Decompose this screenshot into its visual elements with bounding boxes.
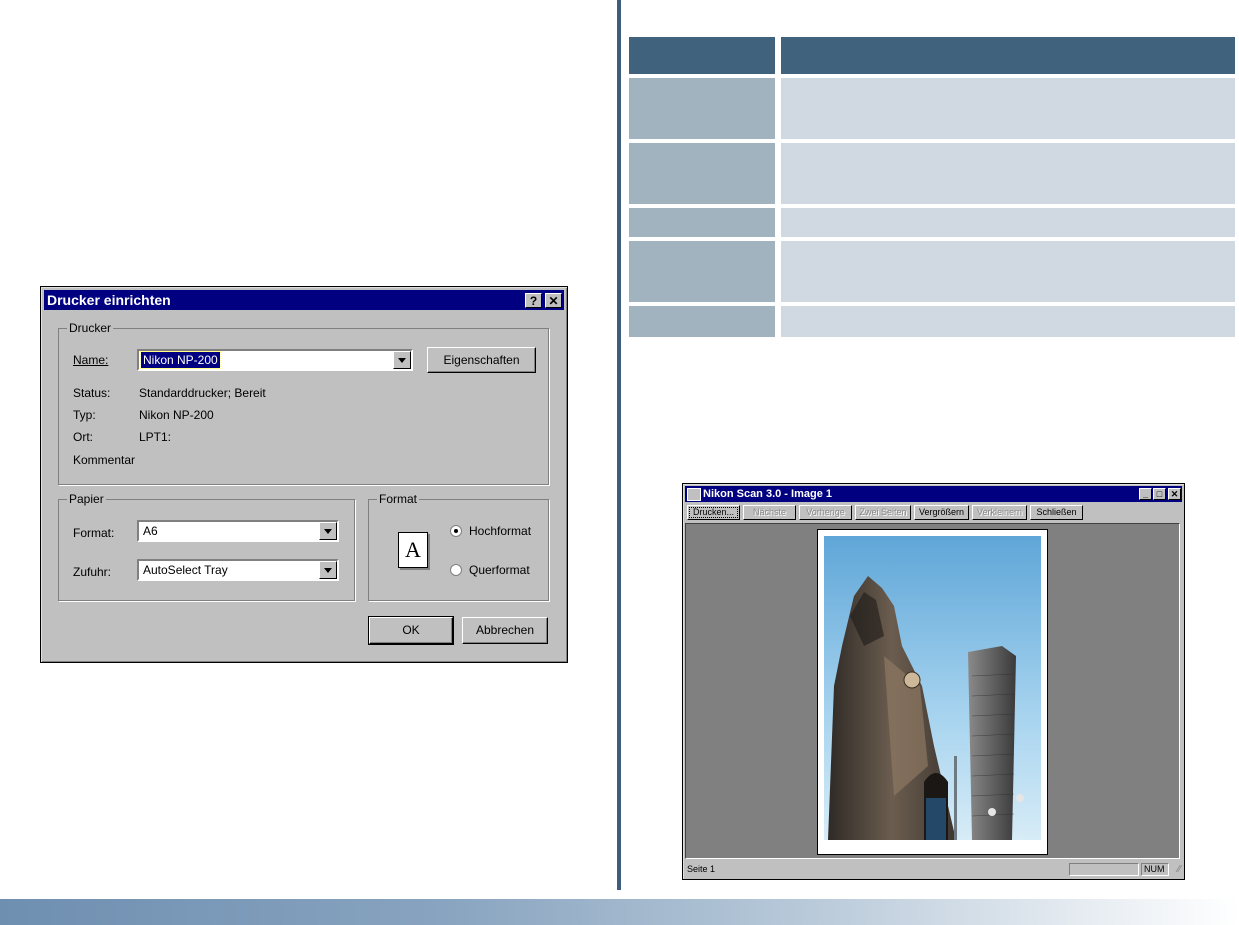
format-label: Format: — [73, 526, 115, 540]
table-row — [629, 78, 1235, 139]
nikon-titlebar[interactable]: Nikon Scan 3.0 - Image 1 _ □ ✕ — [685, 486, 1182, 502]
table-cell — [629, 241, 775, 302]
paper-source-value: AutoSelect Tray — [143, 563, 228, 577]
maximize-icon[interactable]: □ — [1153, 488, 1166, 500]
church-photo — [824, 536, 1041, 840]
close-button[interactable]: Schließen — [1030, 505, 1083, 520]
source-label: Zufuhr: — [73, 565, 112, 579]
chevron-down-icon[interactable] — [319, 522, 337, 540]
table-header-cell — [629, 37, 775, 74]
landscape-radio[interactable] — [450, 564, 462, 576]
table-cell — [629, 306, 775, 337]
paper-group: Papier Format: A6 Zufuhr: AutoSelect Tra… — [58, 492, 355, 601]
table-row — [629, 306, 1235, 337]
table-cell — [781, 78, 1235, 139]
table-cell — [629, 78, 775, 139]
zoom-out-button[interactable]: Verkleinern — [972, 505, 1027, 520]
dialog-titlebar[interactable]: Drucker einrichten ? ✕ — [44, 290, 564, 310]
page-divider — [617, 0, 621, 890]
print-setup-dialog: Drucker einrichten ? ✕ Drucker Name: Nik… — [40, 286, 568, 663]
print-button[interactable]: Drucken... — [687, 505, 740, 520]
nikon-window-title: Nikon Scan 3.0 - Image 1 — [703, 488, 832, 500]
table-cell — [781, 306, 1235, 337]
paper-group-title: Papier — [67, 492, 106, 506]
chevron-down-icon[interactable] — [393, 351, 411, 369]
name-label: Name: — [73, 353, 109, 367]
location-value: LPT1: — [139, 430, 172, 444]
status-value: Standarddrucker; Bereit — [139, 386, 266, 400]
info-table — [629, 37, 1235, 341]
table-row — [629, 143, 1235, 204]
type-value: Nikon NP-200 — [139, 408, 214, 422]
orientation-group: Format A Hochformat Querformat — [368, 492, 549, 601]
table-cell — [781, 208, 1235, 237]
orientation-group-title: Format — [377, 492, 420, 506]
table-cell — [629, 208, 775, 237]
cancel-button[interactable]: Abbrechen — [462, 617, 548, 644]
bottom-band — [0, 899, 1239, 925]
minimize-icon[interactable]: _ — [1139, 488, 1152, 500]
next-button[interactable]: Nächste — [743, 505, 796, 520]
status-num: NUM — [1141, 863, 1169, 876]
preview-photo — [824, 536, 1041, 840]
zoom-in-button[interactable]: Vergrößern — [914, 505, 969, 520]
help-button[interactable]: ? — [525, 293, 542, 308]
status-panel-empty — [1069, 863, 1139, 876]
table-row — [629, 241, 1235, 302]
portrait-radio[interactable] — [450, 525, 462, 537]
paper-format-value: A6 — [143, 524, 158, 538]
paper-format-select[interactable]: A6 — [137, 520, 339, 542]
properties-button[interactable]: Eigenschaften — [427, 347, 536, 373]
preview-area[interactable] — [685, 523, 1180, 859]
table-cell — [781, 241, 1235, 302]
printer-name-select[interactable]: Nikon NP-200 — [137, 349, 413, 371]
resize-grip-icon[interactable]: ⁄⁄ — [1178, 864, 1181, 875]
chevron-down-icon[interactable] — [319, 561, 337, 579]
page-orientation-icon: A — [398, 532, 428, 568]
app-icon — [687, 488, 701, 501]
ok-button[interactable]: OK — [368, 616, 454, 645]
table-header-cell — [781, 37, 1235, 74]
status-label: Status: — [73, 386, 111, 400]
printer-name-value: Nikon NP-200 — [140, 351, 221, 369]
paper-source-select[interactable]: AutoSelect Tray — [137, 559, 339, 581]
status-page: Seite 1 — [687, 864, 716, 874]
nikon-scan-window: Nikon Scan 3.0 - Image 1 _ □ ✕ Drucken..… — [682, 483, 1185, 880]
close-icon[interactable]: ✕ — [1168, 488, 1181, 500]
landscape-label[interactable]: Querformat — [469, 563, 530, 577]
portrait-label[interactable]: Hochformat — [469, 524, 531, 538]
comment-label: Kommentar — [73, 453, 136, 467]
printer-group: Drucker Name: Nikon NP-200 Eigenschaften… — [58, 321, 549, 485]
location-label: Ort: — [73, 430, 93, 444]
status-bar: Seite 1 NUM ⁄⁄ — [685, 862, 1182, 877]
preview-page — [817, 529, 1048, 855]
table-cell — [629, 143, 775, 204]
table-cell — [781, 143, 1235, 204]
close-button[interactable]: ✕ — [545, 293, 562, 308]
table-row — [629, 208, 1235, 237]
type-label: Typ: — [73, 408, 96, 422]
printer-group-title: Drucker — [67, 321, 114, 335]
table-header-row — [629, 37, 1235, 74]
dialog-title: Drucker einrichten — [47, 292, 171, 308]
previous-button[interactable]: Vorherige — [799, 505, 852, 520]
two-pages-button[interactable]: Zwei Seiten — [855, 505, 911, 520]
